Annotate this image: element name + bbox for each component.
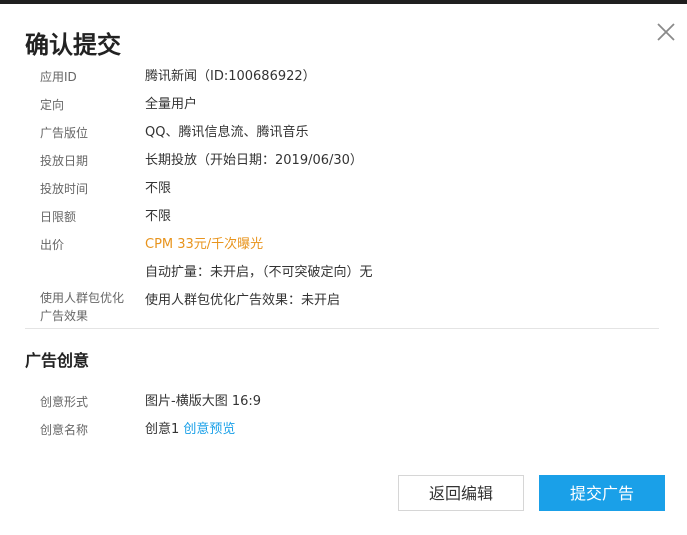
detail-label: 日限额 [40, 210, 77, 224]
top-bar [0, 0, 687, 4]
back-edit-button[interactable]: 返回编辑 [398, 475, 524, 511]
detail-label: 出价 [40, 238, 65, 252]
close-button[interactable] [653, 19, 679, 45]
detail-label: 投放日期 [40, 154, 89, 168]
dialog-title: 确认提交 [25, 31, 121, 59]
detail-value: 全量用户 [145, 97, 198, 112]
detail-label: 应用ID [40, 70, 77, 84]
detail-label: 投放时间 [40, 182, 89, 196]
detail-value: 腾讯新闻（ID:100686922） [145, 69, 316, 84]
detail-value: 使用人群包优化广告效果：未开启 [145, 293, 341, 308]
creative-name: 创意1 [145, 422, 180, 437]
detail-label: 使用人群包优化广告效果 [40, 291, 125, 323]
close-icon [657, 23, 675, 41]
creative-preview-link[interactable]: 创意预览 [183, 422, 235, 437]
detail-value: 图片-横版大图 16:9 [145, 394, 262, 409]
detail-value: 长期投放（开始日期：2019/06/30） [145, 153, 363, 168]
detail-label: 广告版位 [40, 126, 89, 140]
detail-value: 不限 [145, 181, 172, 196]
detail-value: QQ、腾讯信息流、腾讯音乐 [145, 125, 309, 140]
detail-label: 创意名称 [40, 423, 89, 437]
detail-value: 不限 [145, 209, 172, 224]
bid-value: CPM 33元/千次曝光 [145, 237, 264, 252]
detail-label: 定向 [40, 98, 65, 112]
detail-label: 创意形式 [40, 395, 89, 409]
creative-section-title: 广告创意 [25, 351, 90, 370]
submit-ad-button[interactable]: 提交广告 [539, 475, 665, 511]
auto-expand-value: 自动扩量：未开启，（不可突破定向）无 [145, 265, 373, 280]
detail-value-wrap: 创意1 创意预览 [145, 419, 235, 441]
section-divider [25, 328, 659, 329]
